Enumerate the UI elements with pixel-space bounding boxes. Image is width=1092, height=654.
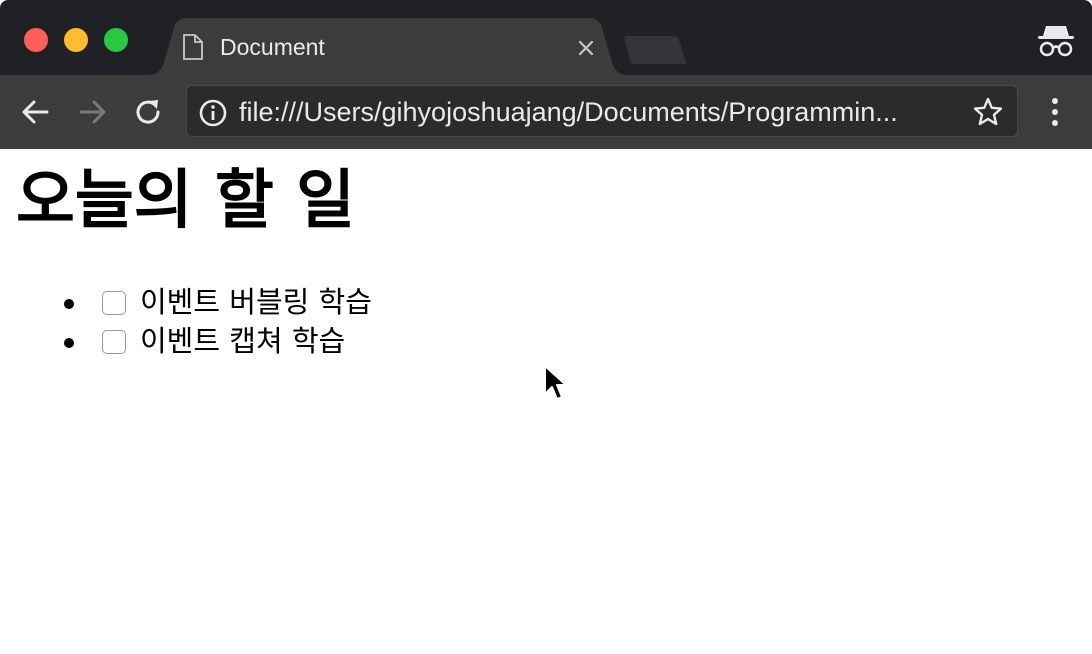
list-item: 이벤트 버블링 학습	[0, 283, 500, 322]
new-tab-button[interactable]	[620, 34, 690, 66]
address-bar[interactable]: file:///Users/gihyojoshuajang/Documents/…	[186, 85, 1018, 137]
document-icon	[183, 34, 203, 60]
mouse-cursor-icon	[544, 365, 567, 400]
tab-background	[146, 18, 630, 75]
tab-title: Document	[220, 34, 325, 60]
close-tab-icon[interactable]	[574, 36, 598, 60]
browser-window: Document file:///Users/gihyojoshuajang/D…	[0, 0, 1092, 654]
list-item: 이벤트 캡쳐 학습	[0, 322, 500, 361]
tab-document[interactable]: Document	[146, 18, 630, 75]
page-title: 오늘의 할 일	[16, 164, 355, 238]
arrow-left-icon[interactable]	[19, 95, 53, 129]
tab-strip: Document	[0, 0, 1092, 75]
kebab-menu-icon[interactable]	[1040, 95, 1070, 129]
minimize-window-button[interactable]	[64, 28, 88, 52]
bullet-icon	[64, 299, 74, 309]
todo-checkbox[interactable]	[102, 330, 126, 354]
star-icon[interactable]	[973, 97, 1003, 127]
arrow-right-icon[interactable]	[75, 95, 109, 129]
todo-label: 이벤트 버블링 학습	[140, 285, 372, 319]
bullet-icon	[64, 338, 74, 348]
close-window-button[interactable]	[24, 28, 48, 52]
zoom-window-button[interactable]	[104, 28, 128, 52]
todo-label: 이벤트 캡쳐 학습	[140, 324, 346, 358]
reload-icon[interactable]	[131, 95, 165, 129]
toolbar: file:///Users/gihyojoshuajang/Documents/…	[0, 75, 1092, 149]
url-text[interactable]: file:///Users/gihyojoshuajang/Documents/…	[239, 96, 959, 128]
todo-checkbox[interactable]	[102, 291, 126, 315]
incognito-icon[interactable]	[1036, 22, 1076, 58]
info-icon[interactable]	[199, 99, 227, 127]
todo-list: 이벤트 버블링 학습 이벤트 캡쳐 학습	[0, 283, 500, 361]
